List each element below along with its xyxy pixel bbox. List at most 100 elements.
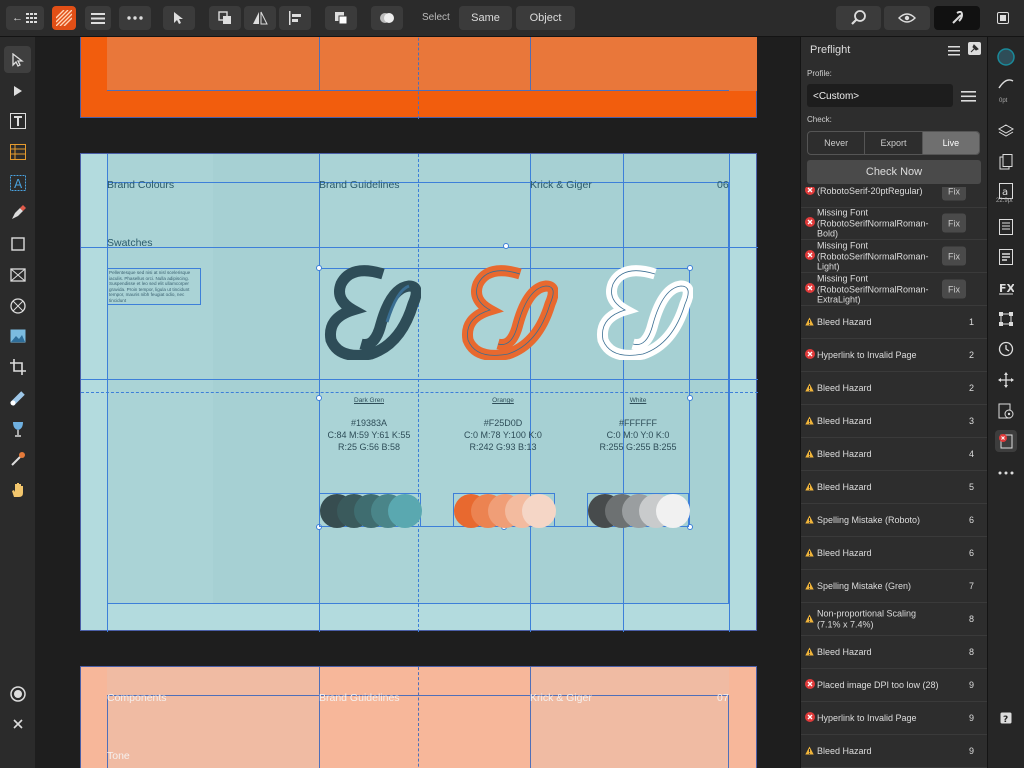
color-picker-tool[interactable] [4, 445, 31, 472]
back-to-gallery-button[interactable]: ← [6, 6, 44, 30]
panel-menu-button[interactable] [948, 43, 962, 57]
color-toggle[interactable] [4, 680, 31, 707]
header-center[interactable]: Brand Guidelines [319, 179, 400, 191]
stroke-studio-button[interactable] [995, 73, 1017, 95]
transform-button[interactable] [995, 308, 1017, 330]
picture-frame-rect-tool[interactable] [4, 261, 31, 288]
shape-style-button[interactable] [371, 6, 403, 30]
body-text-frame[interactable]: Pellentesque sed nisi at nisl scelerisqu… [107, 268, 201, 305]
tint-group[interactable] [453, 493, 556, 528]
mode-export[interactable]: Export [865, 132, 923, 154]
preflight-item[interactable]: Bleed Hazard 9 [801, 735, 988, 768]
swatches-title[interactable]: Swatches [107, 237, 153, 249]
studio-toggle-button[interactable] [993, 6, 1013, 30]
preflight-item[interactable]: Bleed Hazard 5 [801, 471, 988, 504]
tone-title[interactable]: Tone [107, 750, 130, 762]
fix-button[interactable]: Fix [942, 187, 966, 201]
preflight-item[interactable]: Missing Font (RobotoSerifNormalRoman-Lig… [801, 240, 988, 273]
swatch-info-dark-gren[interactable]: Dark Gren #19383A C:84 M:59 Y:61 K:55 R:… [319, 395, 419, 453]
tint-group[interactable] [587, 493, 690, 528]
pages-button[interactable] [995, 151, 1017, 173]
more-button[interactable] [119, 6, 151, 30]
preflight-item[interactable]: Bleed Hazard 6 [801, 537, 988, 570]
app-logo-button[interactable] [52, 6, 76, 30]
pen-tool[interactable] [4, 199, 31, 226]
preview-mode-button[interactable] [884, 6, 930, 30]
select-same-button[interactable]: Same [459, 6, 512, 30]
crop-tool[interactable] [4, 353, 31, 380]
preflight-item[interactable]: Bleed Hazard 1 [801, 306, 988, 339]
rectangle-tool[interactable] [4, 230, 31, 257]
close-tools-button[interactable] [4, 710, 31, 737]
swatch-info-white[interactable]: White #FFFFFF C:0 M:0 Y:0 K:0 R:255 G:25… [588, 395, 688, 453]
preflight-item[interactable]: (RobotoSerif-20ptRegular) Fix [801, 187, 988, 208]
transparency-tool[interactable] [4, 415, 31, 442]
view-mode-button[interactable] [836, 6, 881, 30]
view-tool[interactable] [4, 476, 31, 503]
fx-button[interactable]: FX [995, 277, 1017, 299]
frame-text-tool[interactable] [4, 107, 31, 134]
text-styles-button[interactable] [995, 246, 1017, 268]
section-title[interactable]: Brand Colours [107, 179, 174, 191]
header-center[interactable]: Brand Guidelines [319, 692, 400, 704]
picture-frame-ellipse-tool[interactable] [4, 292, 31, 319]
ampersand-dark-gren[interactable] [321, 264, 421, 360]
preflight-item[interactable]: Bleed Hazard 3 [801, 405, 988, 438]
preflight-item[interactable]: Hyperlink to Invalid Page 9 [801, 702, 988, 735]
preflight-item[interactable]: Bleed Hazard 2 [801, 372, 988, 405]
preflight-item[interactable]: Non-proportional Scaling (7.1% x 7.4%) 8 [801, 603, 988, 636]
ampersand-white[interactable] [593, 264, 693, 360]
align-button[interactable] [279, 6, 311, 30]
more-studios-button[interactable] [995, 462, 1017, 484]
select-object-button[interactable]: Object [516, 6, 575, 30]
profile-select[interactable]: <Custom> [807, 84, 953, 107]
ampersand-orange[interactable] [458, 264, 558, 360]
profile-menu-button[interactable] [961, 89, 977, 103]
resource-manager-button[interactable] [995, 400, 1017, 422]
preflight-item[interactable]: Placed image DPI too low (28) 9 [801, 669, 988, 702]
mode-live[interactable]: Live [922, 132, 979, 154]
color-studio-button[interactable] [995, 46, 1017, 68]
rotation-handle[interactable] [503, 243, 509, 249]
place-image-tool[interactable] [4, 322, 31, 349]
fill-tool[interactable] [4, 384, 31, 411]
artistic-text-tool[interactable]: A [4, 169, 31, 196]
arrange-button[interactable] [209, 6, 241, 30]
table-tool[interactable] [4, 138, 31, 165]
section-title[interactable]: Components [107, 692, 167, 704]
fix-button[interactable]: Fix [942, 246, 966, 266]
menu-button[interactable] [85, 6, 111, 30]
check-now-button[interactable]: Check Now [807, 160, 981, 184]
history-button[interactable] [995, 338, 1017, 360]
preflight-button[interactable] [995, 430, 1017, 452]
tint-group[interactable] [319, 493, 422, 528]
fix-button[interactable]: Fix [942, 279, 966, 299]
snapping-button[interactable] [934, 6, 980, 30]
page-number[interactable]: 06 [717, 179, 729, 191]
move-tool-button[interactable] [163, 6, 195, 30]
page-number[interactable]: 07 [717, 692, 729, 704]
preflight-item[interactable]: Missing Font (RobotoSerifNormalRoman-Bol… [801, 207, 988, 240]
navigator-button[interactable] [995, 369, 1017, 391]
layers-button[interactable] [995, 120, 1017, 142]
node-tool[interactable] [4, 77, 31, 104]
flip-button[interactable] [244, 6, 276, 30]
boolean-button[interactable] [325, 6, 357, 30]
preflight-item[interactable]: Bleed Hazard 4 [801, 438, 988, 471]
fix-button[interactable]: Fix [942, 213, 966, 233]
move-tool[interactable] [4, 46, 31, 73]
swatch-info-orange[interactable]: Orange #F25D0D C:0 M:78 Y:100 K:0 R:242 … [453, 395, 553, 453]
header-right[interactable]: Krick & Giger [530, 179, 592, 191]
panel-pin-button[interactable] [968, 42, 981, 55]
header-right[interactable]: Krick & Giger [530, 692, 592, 704]
preflight-item[interactable]: Spelling Mistake (Roboto) 6 [801, 504, 988, 537]
preflight-item-text: Bleed Hazard [817, 646, 872, 657]
preflight-item[interactable]: Spelling Mistake (Gren) 7 [801, 570, 988, 603]
preflight-item[interactable]: Bleed Hazard 8 [801, 636, 988, 669]
document-canvas[interactable]: Brand Colours Brand Guidelines Krick & G… [35, 37, 800, 768]
preflight-item[interactable]: Missing Font (RobotoSerifNormalRoman-Ext… [801, 273, 988, 306]
paragraph-button[interactable] [995, 216, 1017, 238]
preflight-item[interactable]: Hyperlink to Invalid Page 2 [801, 339, 988, 372]
help-button[interactable]: ? [995, 707, 1017, 729]
mode-never[interactable]: Never [808, 132, 866, 154]
